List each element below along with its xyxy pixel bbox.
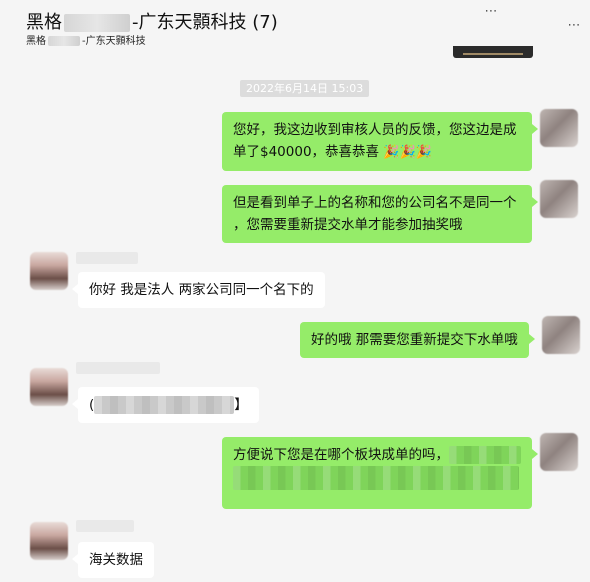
party-popper-icon: 🎉🎉🎉 (383, 145, 432, 160)
message-bubble-outgoing[interactable]: 方便说下您是在哪个板块成单的吗， (222, 437, 538, 509)
chat-subtitle-prefix: 黑格 (26, 36, 46, 47)
more-icon[interactable]: ⋯ (483, 4, 499, 20)
pinned-card[interactable] (453, 46, 533, 58)
avatar[interactable] (542, 316, 580, 354)
message-text-line: 单了$40000，恭喜恭喜 (233, 144, 380, 160)
message-bubble-incoming[interactable]: 你好 我是法人 两家公司同一个名下的 (72, 272, 325, 308)
avatar[interactable] (540, 180, 578, 218)
message-text: 你好 我是法人 两家公司同一个名下的 (89, 282, 314, 298)
message-bubble-outgoing[interactable]: 好的哦 那需要您重新提交下水单哦 (300, 322, 535, 358)
sender-name (76, 252, 138, 264)
message-text-suffix: 】 (234, 397, 248, 413)
message-bubble-outgoing[interactable]: 您好，我这边收到审核人员的反馈，您这边是成 单了$40000，恭喜恭喜 🎉🎉🎉 (222, 112, 538, 171)
close-icon[interactable]: ⋯ (566, 18, 582, 34)
chat-title-prefix: 黑格 (26, 12, 62, 33)
redacted-text (94, 396, 235, 414)
message-text: 海关数据 (89, 552, 143, 568)
avatar[interactable] (30, 368, 68, 406)
redacted-text (449, 446, 521, 464)
message-text-line: 您好，我这边收到审核人员的反馈，您这边是成 (233, 122, 517, 138)
chat-title-suffix: -广东天顥科技 (7) (132, 12, 278, 33)
message-bubble-incoming[interactable]: (】 (72, 387, 259, 423)
redacted-name (64, 14, 130, 32)
redacted-subtitle-name (48, 36, 80, 46)
avatar[interactable] (540, 433, 578, 471)
sender-name (76, 362, 160, 374)
redacted-text (233, 466, 519, 490)
message-text: 方便说下您是在哪个板块成单的吗， (233, 447, 449, 463)
chat-subtitle-suffix: -广东天顥科技 (82, 36, 146, 47)
chat-subtitle: 黑格 -广东天顥科技 (26, 32, 146, 47)
message-text: 好的哦 那需要您重新提交下水单哦 (311, 332, 518, 348)
avatar[interactable] (540, 109, 578, 147)
avatar[interactable] (30, 522, 68, 560)
scrollbar[interactable] (584, 48, 590, 582)
sender-name (76, 520, 134, 532)
message-timestamp: 2022年6月14日 15:03 (240, 80, 370, 97)
chat-title: 黑格 -广东天顥科技 (7) (26, 8, 278, 34)
message-text-line: ，您需要重新提交水单才能参加抽奖哦 (233, 217, 463, 233)
message-bubble-incoming[interactable]: 海关数据 (72, 542, 154, 578)
chat-header: 黑格 -广东天顥科技 (7) 黑格 -广东天顥科技 ⋯ ⋯ (0, 0, 590, 48)
message-text-line: 但是看到单子上的名称和您的公司名不是同一个 (233, 195, 517, 211)
avatar[interactable] (30, 252, 68, 290)
message-bubble-outgoing[interactable]: 但是看到单子上的名称和您的公司名不是同一个 ，您需要重新提交水单才能参加抽奖哦 (222, 185, 538, 243)
